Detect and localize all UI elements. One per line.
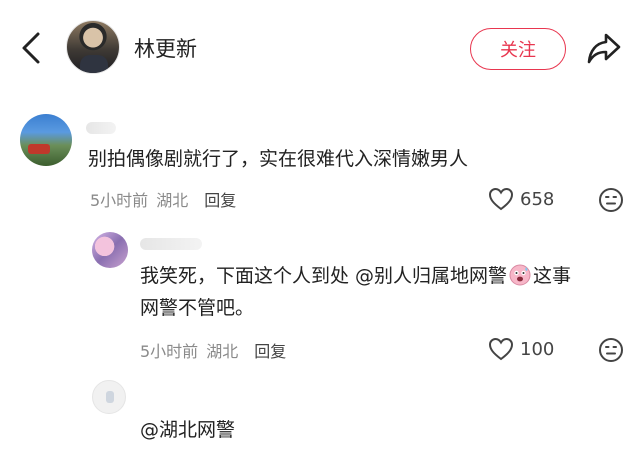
like-button[interactable]: 100	[488, 337, 554, 361]
heart-outline-icon	[488, 337, 514, 361]
like-count: 658	[520, 188, 555, 210]
comment-time: 5小时前	[90, 191, 149, 210]
comment-time: 5小时前	[140, 342, 199, 361]
like-count: 100	[520, 338, 555, 360]
commenter-name-blurred[interactable]	[140, 238, 202, 250]
author-username[interactable]: 林更新	[134, 33, 197, 63]
comment-text-part: 这事	[533, 265, 572, 287]
comment-text: @湖北网警	[140, 419, 236, 441]
comment-meta: 5小时前 湖北 回复	[90, 187, 236, 211]
commenter-avatar[interactable]	[92, 380, 126, 414]
comment-location: 湖北	[156, 191, 189, 210]
share-arrow-icon[interactable]	[586, 31, 622, 65]
surprised-sweat-emoji	[509, 264, 531, 286]
follow-button[interactable]: 关注	[470, 28, 566, 70]
heart-outline-icon	[488, 187, 514, 211]
comment-text: 别拍偶像剧就行了，实在很难代入深情嫩男人	[88, 148, 469, 170]
comment-text-part: 网警不管吧。	[140, 297, 255, 319]
author-avatar[interactable]	[66, 20, 120, 74]
commenter-avatar[interactable]	[20, 114, 72, 166]
emoji-face-icon[interactable]	[598, 337, 624, 363]
chevron-left-icon[interactable]	[18, 30, 46, 66]
comment-location: 湖北	[206, 342, 239, 361]
top-bar: 林更新 关注	[0, 0, 642, 96]
comment-text: 我笑死，下面这个人到处 @别人归属地网警 这事 网警不管吧。	[140, 260, 630, 324]
reply-button[interactable]: 回复	[204, 187, 236, 211]
reply-button[interactable]: 回复	[254, 338, 286, 362]
emoji-face-icon[interactable]	[598, 187, 624, 213]
commenter-avatar[interactable]	[92, 232, 128, 268]
comment-meta: 5小时前 湖北 回复	[140, 338, 286, 362]
like-button[interactable]: 658	[488, 187, 554, 211]
commenter-name-blurred[interactable]	[86, 122, 116, 134]
comment-text-part: 我笑死，下面这个人到处 @别人归属地网警	[140, 265, 508, 287]
